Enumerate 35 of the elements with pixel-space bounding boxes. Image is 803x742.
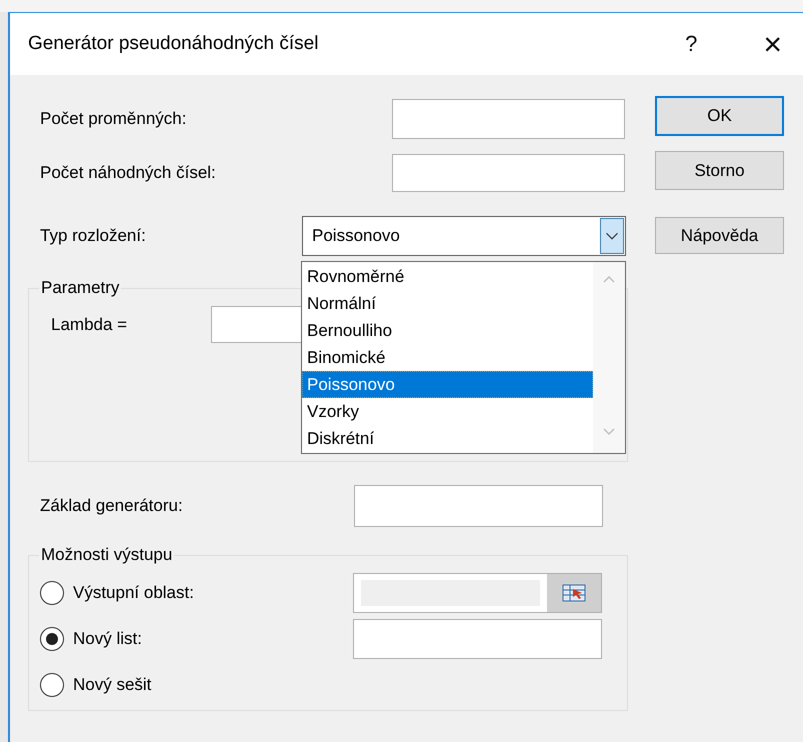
input-field[interactable] bbox=[392, 154, 625, 192]
radio-button[interactable] bbox=[40, 581, 64, 605]
scroll-up-icon[interactable] bbox=[601, 274, 617, 284]
radio-button[interactable] bbox=[40, 673, 64, 697]
input-field[interactable] bbox=[354, 485, 603, 527]
help-button[interactable]: ? bbox=[681, 31, 702, 57]
field-label: Lambda = bbox=[51, 314, 128, 334]
field-label: Základ generátoru: bbox=[40, 496, 184, 516]
window-title: Generátor pseudonáhodných čísel bbox=[28, 33, 320, 55]
radio-label[interactable]: Výstupní oblast: bbox=[73, 583, 353, 603]
radio-button[interactable] bbox=[40, 627, 64, 651]
field-label: Počet náhodných čísel: bbox=[40, 163, 217, 183]
group-title: Parametry bbox=[40, 278, 120, 298]
dropdown[interactable]: Poissonovo bbox=[302, 216, 626, 256]
group-title: Možnosti výstupu bbox=[40, 545, 174, 565]
dropdown-option[interactable]: Binomické bbox=[302, 344, 593, 371]
dropdown-option[interactable]: Rovnoměrné bbox=[302, 263, 593, 290]
radio-label[interactable]: Nový sešit bbox=[73, 675, 353, 695]
dialog-button[interactable]: OK bbox=[655, 96, 784, 136]
field-label: Typ rozložení: bbox=[40, 226, 147, 246]
dropdown-option[interactable]: Poissonovo bbox=[302, 371, 593, 398]
input-field[interactable] bbox=[392, 99, 625, 139]
close-button[interactable]: × bbox=[759, 28, 786, 60]
dropdown-option[interactable]: Vzorky bbox=[302, 398, 593, 425]
field-label: Počet proměnných: bbox=[40, 109, 188, 129]
dropdown-option[interactable]: Normální bbox=[302, 290, 593, 317]
dropdown-option[interactable]: Diskrétní bbox=[302, 425, 593, 452]
dialog-button[interactable]: Nápověda bbox=[655, 217, 784, 254]
dialog-button[interactable]: Storno bbox=[655, 151, 784, 190]
dropdown-option[interactable]: Bernoulliho bbox=[302, 317, 593, 344]
scroll-down-icon[interactable] bbox=[601, 427, 617, 437]
chevron-down-icon bbox=[600, 218, 624, 254]
input-field[interactable] bbox=[353, 619, 602, 659]
cell-picker-icon bbox=[562, 583, 586, 603]
radio-label[interactable]: Nový list: bbox=[73, 629, 353, 649]
